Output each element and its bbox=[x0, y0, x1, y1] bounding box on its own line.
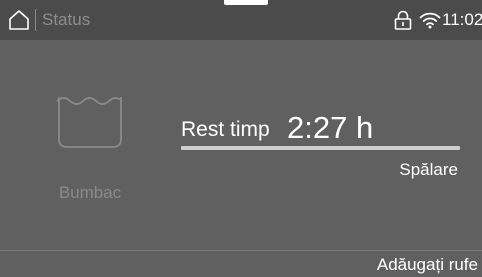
wifi-icon bbox=[419, 12, 441, 29]
clock: 11:02 bbox=[442, 10, 482, 29]
lock-icon bbox=[394, 10, 412, 30]
status-bar: Status 11:02 bbox=[0, 0, 482, 40]
remaining-time-label: Rest timp bbox=[181, 118, 270, 141]
home-button[interactable] bbox=[8, 9, 30, 31]
progress-fill bbox=[181, 146, 460, 150]
bottom-divider bbox=[0, 250, 482, 251]
remaining-time-value: 2:27 h bbox=[287, 110, 374, 145]
title-separator bbox=[35, 9, 36, 31]
top-notch bbox=[224, 0, 268, 5]
program-phase: Spălare bbox=[399, 160, 458, 179]
program-selector[interactable]: Bumbac bbox=[40, 95, 150, 205]
tub-icon bbox=[56, 97, 123, 148]
home-icon bbox=[9, 10, 29, 30]
add-laundry-button[interactable]: Adăugați rufe bbox=[377, 255, 478, 275]
program-name: Bumbac bbox=[58, 183, 122, 202]
page-title: Status bbox=[42, 10, 91, 29]
washer-display: Status 11:02 Bumbac Rest timp 2:27 h Spă… bbox=[0, 0, 482, 277]
progress-bar bbox=[181, 146, 460, 150]
